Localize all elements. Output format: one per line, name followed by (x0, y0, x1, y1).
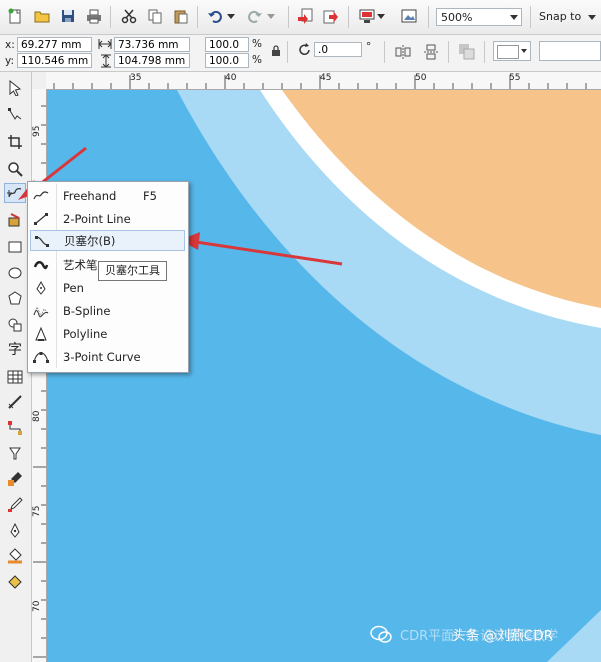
eyedropper-tool-icon[interactable] (4, 495, 26, 515)
dimension-tool-icon[interactable] (4, 392, 26, 412)
table-tool-icon[interactable] (4, 367, 26, 387)
pen-icon (30, 277, 52, 298)
blend-tool-icon[interactable] (4, 444, 26, 464)
welcome-screen-icon[interactable] (400, 7, 418, 25)
snap-to-dropdown-icon[interactable] (588, 15, 596, 20)
save-icon[interactable] (59, 7, 77, 25)
ruler-tick-label: 45 (320, 73, 332, 83)
basic-shapes-tool-icon[interactable] (4, 315, 26, 335)
scale-x-percent: % (252, 38, 262, 50)
rotation-field[interactable] (314, 42, 362, 57)
ruler-origin[interactable] (31, 72, 47, 90)
undo-dropdown-icon[interactable] (226, 7, 236, 25)
style-dropdown[interactable] (539, 41, 601, 61)
import-icon[interactable] (296, 7, 314, 25)
mirror-horizontal-icon[interactable] (395, 44, 411, 63)
menu-item-label: 3-Point Curve (63, 349, 141, 364)
scale-y-percent: % (252, 54, 262, 66)
ruler-tick-label: 35 (130, 73, 142, 83)
x-label: x: (5, 39, 15, 51)
menu-item-label: Pen (63, 280, 84, 295)
redo-icon[interactable] (246, 7, 264, 25)
print-icon[interactable] (85, 7, 103, 25)
launcher-dropdown-icon[interactable] (376, 7, 386, 25)
redo-dropdown-icon[interactable] (266, 7, 276, 25)
interactive-fill-tool-icon[interactable] (4, 572, 26, 592)
application-launcher-icon[interactable] (358, 7, 376, 25)
two-point-line-icon (30, 208, 52, 229)
menu-item-freehand[interactable]: Freehand F5 (30, 185, 185, 206)
standard-toolbar: 500% Snap to (0, 0, 601, 35)
menu-item-shortcut: F5 (143, 188, 157, 203)
menu-item-label: 贝塞尔(B) (64, 233, 116, 248)
pick-tool-icon[interactable] (4, 78, 26, 98)
ruler-tick-label: 40 (225, 73, 237, 83)
horizontal-ruler[interactable]: 35 40 45 50 55 (46, 72, 601, 90)
connector-tool-icon[interactable] (4, 418, 26, 438)
mirror-vertical-icon[interactable] (423, 44, 439, 63)
menu-item-label: B-Spline (63, 303, 111, 318)
paste-icon[interactable] (172, 7, 190, 25)
bspline-icon (30, 300, 52, 321)
transparency-tool-icon[interactable] (4, 469, 26, 489)
width-field[interactable] (114, 37, 190, 52)
y-label: y: (5, 55, 14, 67)
scale-x-field[interactable] (205, 37, 249, 52)
fill-tool-icon[interactable] (4, 546, 26, 566)
copy-icon[interactable] (146, 7, 164, 25)
ruler-tick-label: 75 (32, 505, 42, 517)
rotation-icon (298, 43, 312, 60)
three-point-curve-icon (30, 346, 52, 367)
x-position-field[interactable] (17, 37, 92, 52)
menu-item-polyline[interactable]: Polyline (30, 323, 185, 344)
property-bar: x: y: % % ° (0, 35, 601, 72)
ruler-tick-label: 70 (32, 600, 42, 612)
tooltip: 贝塞尔工具 (98, 261, 167, 281)
width-icon (98, 38, 112, 53)
arrange-icon[interactable] (458, 43, 476, 64)
open-folder-icon[interactable] (33, 7, 51, 25)
polygon-tool-icon[interactable] (4, 289, 26, 309)
wechat-icon (370, 625, 392, 643)
shape-tool-icon[interactable] (4, 105, 26, 125)
watermark-text: 头条 @刘燕CDR (452, 628, 553, 644)
menu-item-2-point-line[interactable]: 2-Point Line (30, 208, 185, 229)
menu-item-label: 2-Point Line (63, 211, 131, 226)
menu-item-label: Polyline (63, 326, 108, 341)
svg-text:字: 字 (8, 342, 22, 357)
artistic-media-icon (30, 254, 52, 275)
height-field[interactable] (114, 53, 190, 68)
undo-icon[interactable] (206, 7, 224, 25)
menu-item-label: 艺术笔 (63, 257, 98, 272)
y-position-field[interactable] (17, 53, 92, 68)
outline-width-dropdown[interactable] (493, 41, 531, 61)
menu-item-label: Freehand (63, 188, 117, 203)
ruler-tick-label: 80 (32, 410, 42, 422)
outline-pen-tool-icon[interactable] (4, 521, 26, 541)
zoom-level-dropdown[interactable]: 500% (436, 8, 522, 26)
height-icon (100, 54, 112, 71)
export-icon[interactable] (322, 7, 340, 25)
lock-ratio-icon[interactable] (271, 45, 281, 60)
cut-icon[interactable] (120, 7, 138, 25)
zoom-level-value: 500% (441, 10, 473, 24)
ruler-tick-label: 95 (32, 125, 42, 137)
menu-item-b-spline[interactable]: B-Spline (30, 300, 185, 321)
polyline-icon (30, 323, 52, 344)
menu-item-3-point-curve[interactable]: 3-Point Curve (30, 346, 185, 367)
bezier-icon (31, 230, 53, 251)
degree-symbol: ° (366, 41, 372, 53)
snap-to-button[interactable]: Snap to (539, 10, 581, 23)
watermark: 头条 @刘燕CDR (370, 624, 553, 644)
ruler-tick-label: 55 (509, 73, 521, 83)
text-tool-icon[interactable]: 字 (4, 339, 26, 359)
scale-y-field[interactable] (205, 53, 249, 68)
menu-item-bezier[interactable]: 贝塞尔(B) (30, 230, 185, 251)
ruler-tick-label: 50 (415, 73, 427, 83)
freehand-icon (30, 185, 52, 206)
new-document-icon[interactable] (6, 7, 24, 25)
